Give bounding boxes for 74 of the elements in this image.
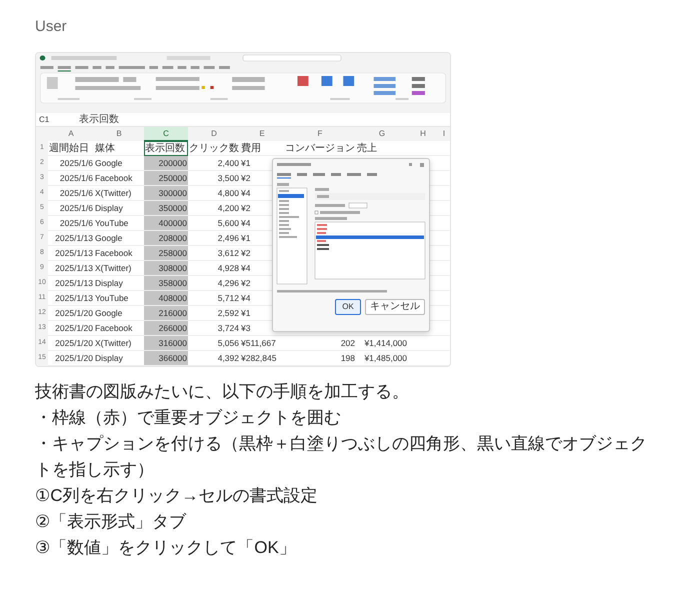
table-cell: 5,056 xyxy=(188,336,240,351)
table-cell: ¥282,845 xyxy=(240,351,284,366)
table-cell: 198 xyxy=(284,351,356,366)
column-header[interactable]: B xyxy=(94,127,144,141)
table-cell: 5,600 xyxy=(188,216,240,231)
table-cell: 2025/1/6 xyxy=(48,156,94,171)
table-cell: 316000 xyxy=(144,336,188,351)
column-header[interactable]: F xyxy=(284,127,356,141)
table-cell: 2025/1/6 xyxy=(48,216,94,231)
table-cell: 2025/1/13 xyxy=(48,231,94,246)
table-cell: 2025/1/6 xyxy=(48,186,94,201)
table-cell: 2025/1/20 xyxy=(48,306,94,321)
table-cell: 2025/1/13 xyxy=(48,261,94,276)
table-cell: 4,392 xyxy=(188,351,240,366)
table-cell: 2025/1/6 xyxy=(48,171,94,186)
table-cell: 2025/1/13 xyxy=(48,246,94,261)
table-cell: 202 xyxy=(284,336,356,351)
table-cell: クリック数 xyxy=(188,141,240,156)
message-line: ・キャプションを付ける（黒枠＋白塗りつぶしの四角形、黒い直線でオブジェクトを指し示す） xyxy=(35,433,648,481)
table-cell: ¥511,667 xyxy=(240,336,284,351)
dialog-button[interactable]: OK xyxy=(335,299,361,315)
table-cell: 408000 xyxy=(144,291,188,306)
table-cell: 3,500 xyxy=(188,171,240,186)
message-line: ③「数値」をクリックして「OK」 xyxy=(35,537,297,559)
table-cell: ¥1,485,000 xyxy=(356,351,408,366)
table-cell: 350000 xyxy=(144,201,188,216)
table-cell: 266000 xyxy=(144,321,188,336)
table-cell: 週間始日 xyxy=(48,141,94,156)
name-box[interactable]: C1 xyxy=(39,115,73,124)
column-header[interactable]: I xyxy=(438,127,450,141)
table-cell: 3,612 xyxy=(188,246,240,261)
column-header[interactable]: D xyxy=(188,127,240,141)
table-cell: 費用 xyxy=(240,141,284,156)
table-cell: 2025/1/13 xyxy=(48,291,94,306)
table-cell: 4,200 xyxy=(188,201,240,216)
table-cell: 4,928 xyxy=(188,261,240,276)
table-cell: 2025/1/13 xyxy=(48,276,94,291)
message-line: 技術書の図版みたいに、以下の手順を加工する。 xyxy=(35,381,410,403)
table-cell: 308000 xyxy=(144,261,188,276)
table-cell: 2,496 xyxy=(188,231,240,246)
table-cell: 売上 xyxy=(356,141,408,156)
table-cell: 200000 xyxy=(144,156,188,171)
table-cell: 4,800 xyxy=(188,186,240,201)
table-cell: 3,724 xyxy=(188,321,240,336)
column-header[interactable]: A xyxy=(48,127,94,141)
table-cell: 358000 xyxy=(144,276,188,291)
table-cell: 300000 xyxy=(144,186,188,201)
table-cell: 表示回数 xyxy=(144,141,188,156)
table-cell: 216000 xyxy=(144,306,188,321)
table-cell: 2,400 xyxy=(188,156,240,171)
table-cell: 366000 xyxy=(144,351,188,366)
message-line: ①C列を右クリック→セルの書式設定 xyxy=(35,485,319,507)
user-label: User xyxy=(35,18,68,37)
table-cell: 250000 xyxy=(144,171,188,186)
column-header[interactable]: C xyxy=(144,127,188,141)
message-line: ②「表示形式」タブ xyxy=(35,511,188,533)
dialog-button[interactable]: キャンセル xyxy=(365,299,425,315)
table-cell: 400000 xyxy=(144,216,188,231)
table-cell: 2025/1/20 xyxy=(48,351,94,366)
table-cell: 2025/1/20 xyxy=(48,336,94,351)
table-cell: 2025/1/20 xyxy=(48,321,94,336)
column-header[interactable]: H xyxy=(408,127,438,141)
table-cell: 208000 xyxy=(144,231,188,246)
table-cell: 2,592 xyxy=(188,306,240,321)
table-cell: コンバージョン xyxy=(284,141,356,156)
table-cell: ¥1,414,000 xyxy=(356,336,408,351)
table-cell: 258000 xyxy=(144,246,188,261)
table-cell: 4,296 xyxy=(188,276,240,291)
column-header[interactable]: E xyxy=(240,127,284,141)
table-cell: 2025/1/6 xyxy=(48,201,94,216)
message-line: ・枠線（赤）で重要オブジェクトを囲む xyxy=(35,407,342,429)
table-cell: 5,712 xyxy=(188,291,240,306)
formula-field[interactable]: 表示回数 xyxy=(79,114,119,126)
column-header[interactable]: G xyxy=(356,127,408,141)
